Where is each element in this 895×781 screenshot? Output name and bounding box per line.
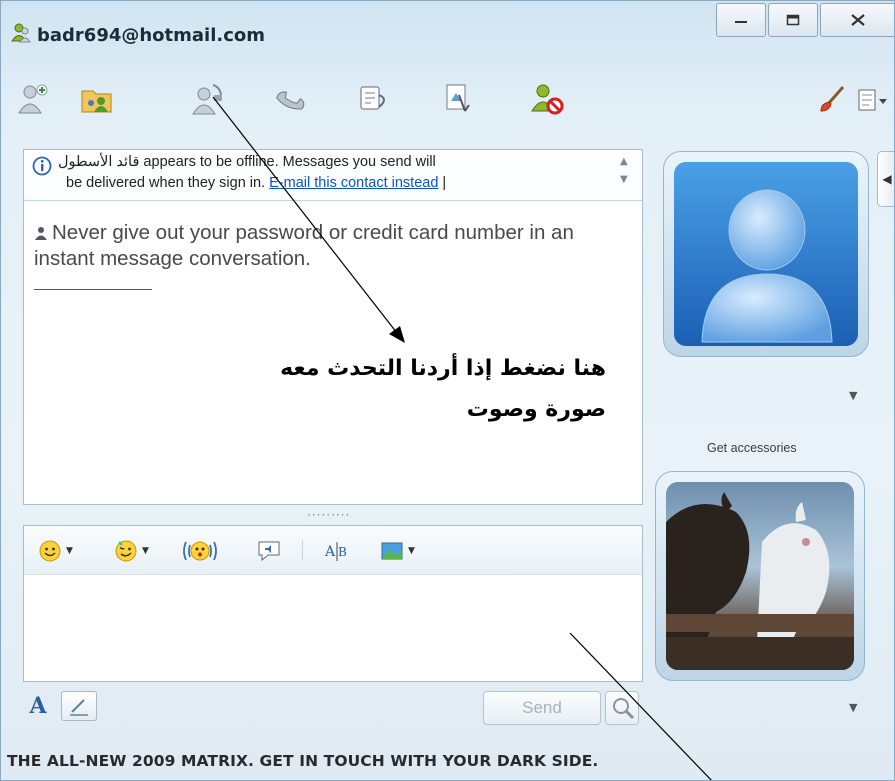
messenger-window: badr694@hotmail.com قائد الأسطول appears… [0,0,895,781]
annotation-arrowhead [389,326,405,343]
annotation-arrows [212,96,712,780]
annotation-arrow-line [212,96,398,334]
annotation-pointer-line [569,632,712,780]
